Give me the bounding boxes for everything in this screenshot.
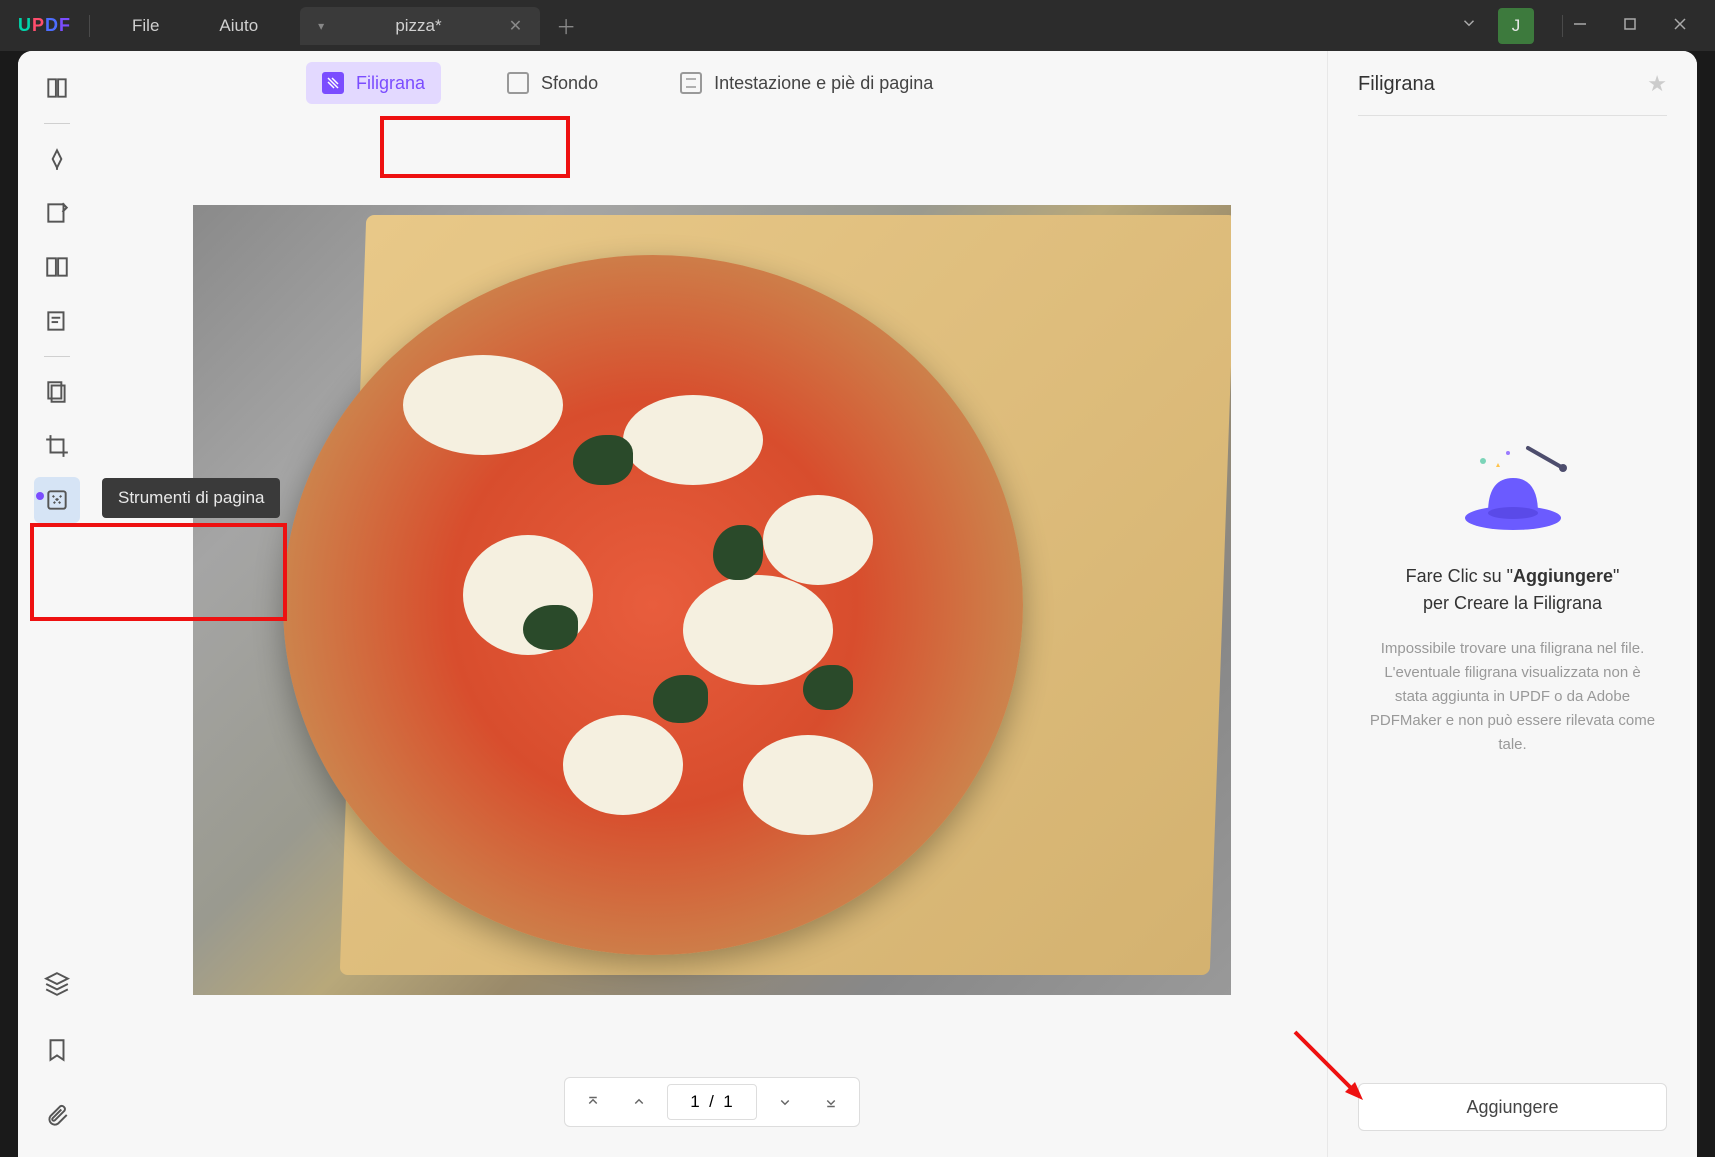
annotation-highlight (380, 116, 570, 178)
header-footer-button[interactable]: Intestazione e piè di pagina (664, 62, 949, 104)
panel-footer: Aggiungere (1358, 1083, 1667, 1137)
document-tab[interactable]: ▾ pizza* ✕ (300, 7, 540, 45)
page-number-input[interactable] (667, 1084, 757, 1120)
background-icon (507, 72, 529, 94)
first-page-icon[interactable] (575, 1084, 611, 1120)
crop-tool-icon[interactable] (34, 423, 80, 469)
new-tab-button[interactable]: ＋ (556, 11, 576, 40)
close-icon[interactable] (1673, 17, 1687, 35)
layers-icon[interactable] (34, 961, 80, 1007)
reader-tool-icon[interactable] (34, 65, 80, 111)
redact-tool-icon[interactable] (34, 369, 80, 415)
page-tools-icon[interactable] (34, 477, 80, 523)
divider (89, 15, 90, 37)
document-canvas[interactable] (96, 115, 1327, 1157)
document-page (193, 205, 1231, 995)
titlebar: UPDF File Aiuto ▾ pizza* ✕ ＋ J (0, 0, 1715, 51)
comment-tool-icon[interactable] (34, 136, 80, 182)
divider (1562, 15, 1563, 37)
panel-description: Impossibile trovare una filigrana nel fi… (1368, 637, 1657, 757)
organize-tool-icon[interactable] (34, 244, 80, 290)
star-icon[interactable]: ★ (1647, 71, 1667, 97)
watermark-icon (322, 72, 344, 94)
background-button[interactable]: Sfondo (491, 62, 614, 104)
page-navigation (564, 1077, 860, 1127)
menu-file[interactable]: File (102, 16, 189, 36)
tab-close-icon[interactable]: ✕ (509, 16, 522, 36)
annotation-highlight (30, 523, 287, 621)
indicator-dot (36, 492, 44, 500)
app-logo: UPDF (0, 15, 89, 36)
tooltip: Strumenti di pagina (102, 478, 280, 518)
prev-page-icon[interactable] (621, 1084, 657, 1120)
tab-title: pizza* (344, 16, 493, 36)
last-page-icon[interactable] (813, 1084, 849, 1120)
chevron-down-icon[interactable] (1460, 14, 1478, 37)
magic-hat-icon (1453, 443, 1573, 533)
panel-body: Fare Clic su "Aggiungere" per Creare la … (1358, 116, 1667, 1083)
watermark-button[interactable]: Filigrana (306, 62, 441, 104)
maximize-icon[interactable] (1623, 17, 1637, 35)
next-page-icon[interactable] (767, 1084, 803, 1120)
background-label: Sfondo (541, 73, 598, 94)
add-button[interactable]: Aggiungere (1358, 1083, 1667, 1131)
menu-help[interactable]: Aiuto (189, 16, 288, 36)
panel-header: Filigrana ★ (1358, 71, 1667, 116)
panel-message: Fare Clic su "Aggiungere" per Creare la … (1406, 563, 1620, 617)
bookmark-icon[interactable] (34, 1027, 80, 1073)
page-tools-toolbar: Filigrana Sfondo Intestazione e piè di p… (96, 51, 1327, 115)
divider (44, 356, 70, 357)
form-tool-icon[interactable] (34, 298, 80, 344)
edit-tool-icon[interactable] (34, 190, 80, 236)
annotation-arrow (1285, 1022, 1375, 1117)
divider (44, 123, 70, 124)
header-footer-label: Intestazione e piè di pagina (714, 73, 933, 94)
panel-title: Filigrana (1358, 73, 1435, 96)
tab-dropdown-icon[interactable]: ▾ (318, 19, 324, 33)
watermark-panel: Filigrana ★ Fare Clic su "Aggiungere" pe… (1327, 51, 1697, 1157)
user-avatar[interactable]: J (1498, 8, 1534, 44)
minimize-icon[interactable] (1573, 17, 1587, 35)
attachment-icon[interactable] (34, 1093, 80, 1139)
watermark-label: Filigrana (356, 73, 425, 94)
header-footer-icon (680, 72, 702, 94)
